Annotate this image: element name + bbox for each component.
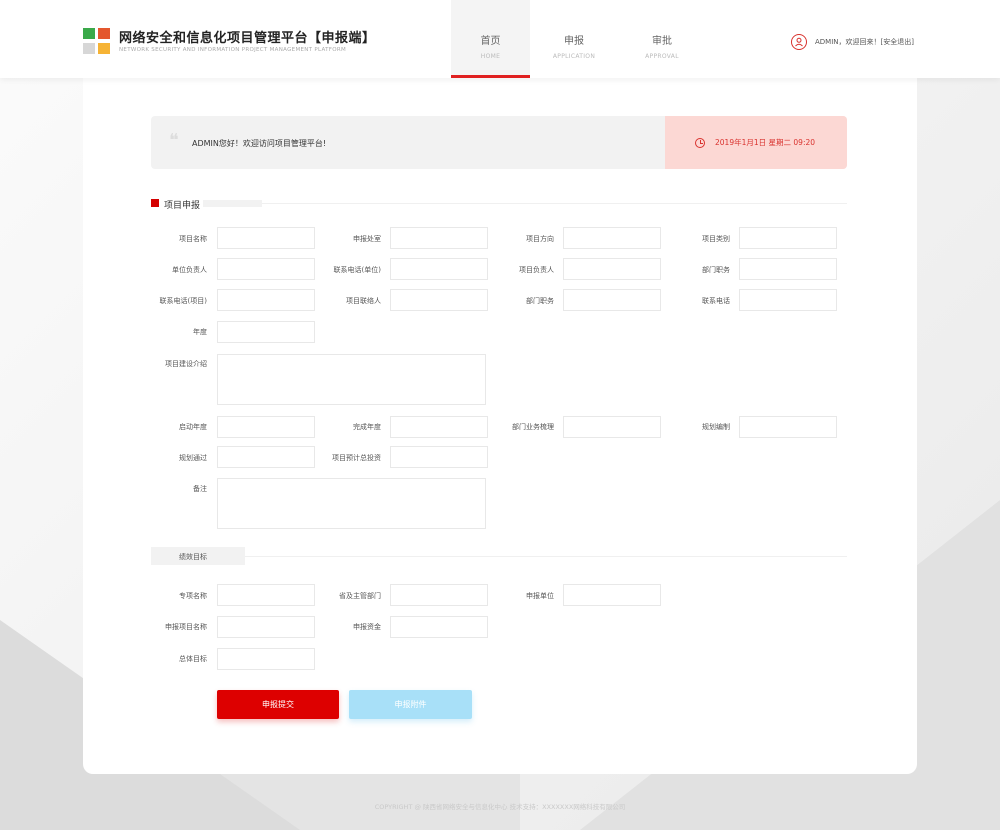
section-header-performance: 绩效目标 [151, 547, 847, 565]
label-project-phone: 联系电话(项目) [159, 297, 207, 305]
attach-button[interactable]: 申报附件 [349, 690, 472, 719]
apply-fund-input[interactable] [390, 616, 488, 638]
label-apply-unit: 申报单位 [526, 592, 554, 600]
label-special-name: 专项名称 [179, 592, 207, 600]
date-panel: 2019年1月1日 星期二 09:20 [665, 116, 847, 169]
label-finish-year: 完成年度 [353, 423, 381, 431]
label-year: 年度 [193, 328, 207, 336]
label-phone: 联系电话 [702, 297, 730, 305]
user-icon-svg [795, 37, 803, 47]
label-apply-project-name: 申报项目名称 [165, 623, 207, 631]
submit-button[interactable]: 申报提交 [217, 690, 339, 719]
intro-textarea[interactable] [217, 354, 486, 405]
total-invest-input[interactable] [390, 446, 488, 468]
nav-sublabel: APPLICATION [552, 53, 596, 60]
label-direction: 项目方向 [526, 235, 554, 243]
plan-compile-input[interactable] [739, 416, 837, 438]
label-unit-phone: 联系电话(单位) [333, 266, 381, 274]
label-unit-leader: 单位负责人 [172, 266, 207, 274]
main-card: ❝ ADMIN您好！欢迎访问项目管理平台! 2019年1月1日 星期二 09:2… [83, 78, 917, 774]
label-plan-compile: 规划编制 [702, 423, 730, 431]
main-nav: 首页 HOME 申报 APPLICATION 审批 APPROVAL [451, 0, 706, 78]
label-dept-position-2: 部门职务 [526, 297, 554, 305]
logo-block [83, 28, 95, 39]
phone-input[interactable] [739, 289, 837, 311]
performance-tab: 绩效目标 [151, 547, 245, 565]
logo-block [98, 28, 110, 39]
label-start-year: 启动年度 [179, 423, 207, 431]
label-remark: 备注 [193, 485, 207, 493]
current-date: 2019年1月1日 星期二 09:20 [715, 138, 816, 147]
label-apply-fund: 申报资金 [353, 623, 381, 631]
section-divider [245, 556, 847, 557]
label-project-leader: 项目负责人 [519, 266, 554, 274]
quote-icon: ❝ [169, 130, 179, 151]
label-overall-goal: 总体目标 [179, 655, 207, 663]
label-province-dept: 省及主管部门 [339, 592, 381, 600]
nav-sublabel: APPROVAL [645, 53, 679, 60]
nav-sublabel: HOME [480, 53, 501, 60]
nav-item-application[interactable]: 申报 APPLICATION [530, 0, 618, 78]
label-project-name: 项目名称 [179, 235, 207, 243]
welcome-banner: ❝ ADMIN您好！欢迎访问项目管理平台! 2019年1月1日 星期二 09:2… [151, 116, 847, 169]
nav-item-approval[interactable]: 审批 APPROVAL [618, 0, 706, 78]
nav-label: 审批 [652, 36, 672, 47]
label-intro: 项目建设介绍 [165, 360, 207, 368]
category-input[interactable] [739, 227, 837, 249]
section-title: 项目申报 [164, 201, 201, 211]
logo-block [83, 43, 95, 54]
section-tab-bar [203, 200, 262, 207]
platform-title: 网络安全和信息化项目管理平台【申报端】 [119, 31, 376, 46]
label-project-contact: 项目联络人 [346, 297, 381, 305]
section-marker [151, 199, 159, 207]
user-area: ADMIN，欢迎回来！[安全退出] [791, 34, 914, 50]
dept-position-input[interactable] [739, 258, 837, 280]
nav-label: 首页 [480, 36, 501, 47]
apply-unit-input[interactable] [563, 584, 661, 606]
nav-item-home[interactable]: 首页 HOME [451, 0, 530, 78]
overall-goal-input[interactable] [217, 648, 315, 670]
logo [83, 28, 111, 55]
label-total-invest: 项目预计总投资 [332, 454, 381, 462]
welcome-message: ADMIN您好！欢迎访问项目管理平台! [192, 139, 327, 148]
user-icon[interactable] [791, 34, 807, 50]
clock-icon [695, 137, 705, 148]
footer-copyright: COPYRIGHT @ 陕西省网络安全与信息化中心 技术支持：XXXXXXX网络… [374, 803, 626, 811]
label-plan-pass: 规划通过 [179, 454, 207, 462]
remark-textarea[interactable] [217, 478, 486, 529]
logo-block [98, 43, 110, 54]
section-divider [262, 203, 847, 204]
year-input[interactable] [217, 321, 315, 343]
label-dept-position: 部门职务 [702, 266, 730, 274]
section-header-project: 项目申报 [151, 198, 847, 211]
top-header: 网络安全和信息化项目管理平台【申报端】 NETWORK SECURITY AND… [0, 0, 1000, 78]
label-dept: 申报处室 [353, 235, 381, 243]
user-welcome-logout[interactable]: ADMIN，欢迎回来！[安全退出] [815, 37, 914, 47]
nav-label: 申报 [564, 36, 584, 47]
platform-subtitle: NETWORK SECURITY AND INFORMATION PROJECT… [119, 47, 347, 53]
label-dept-business: 部门业务梳理 [512, 423, 554, 431]
label-category: 项目类别 [702, 235, 730, 243]
